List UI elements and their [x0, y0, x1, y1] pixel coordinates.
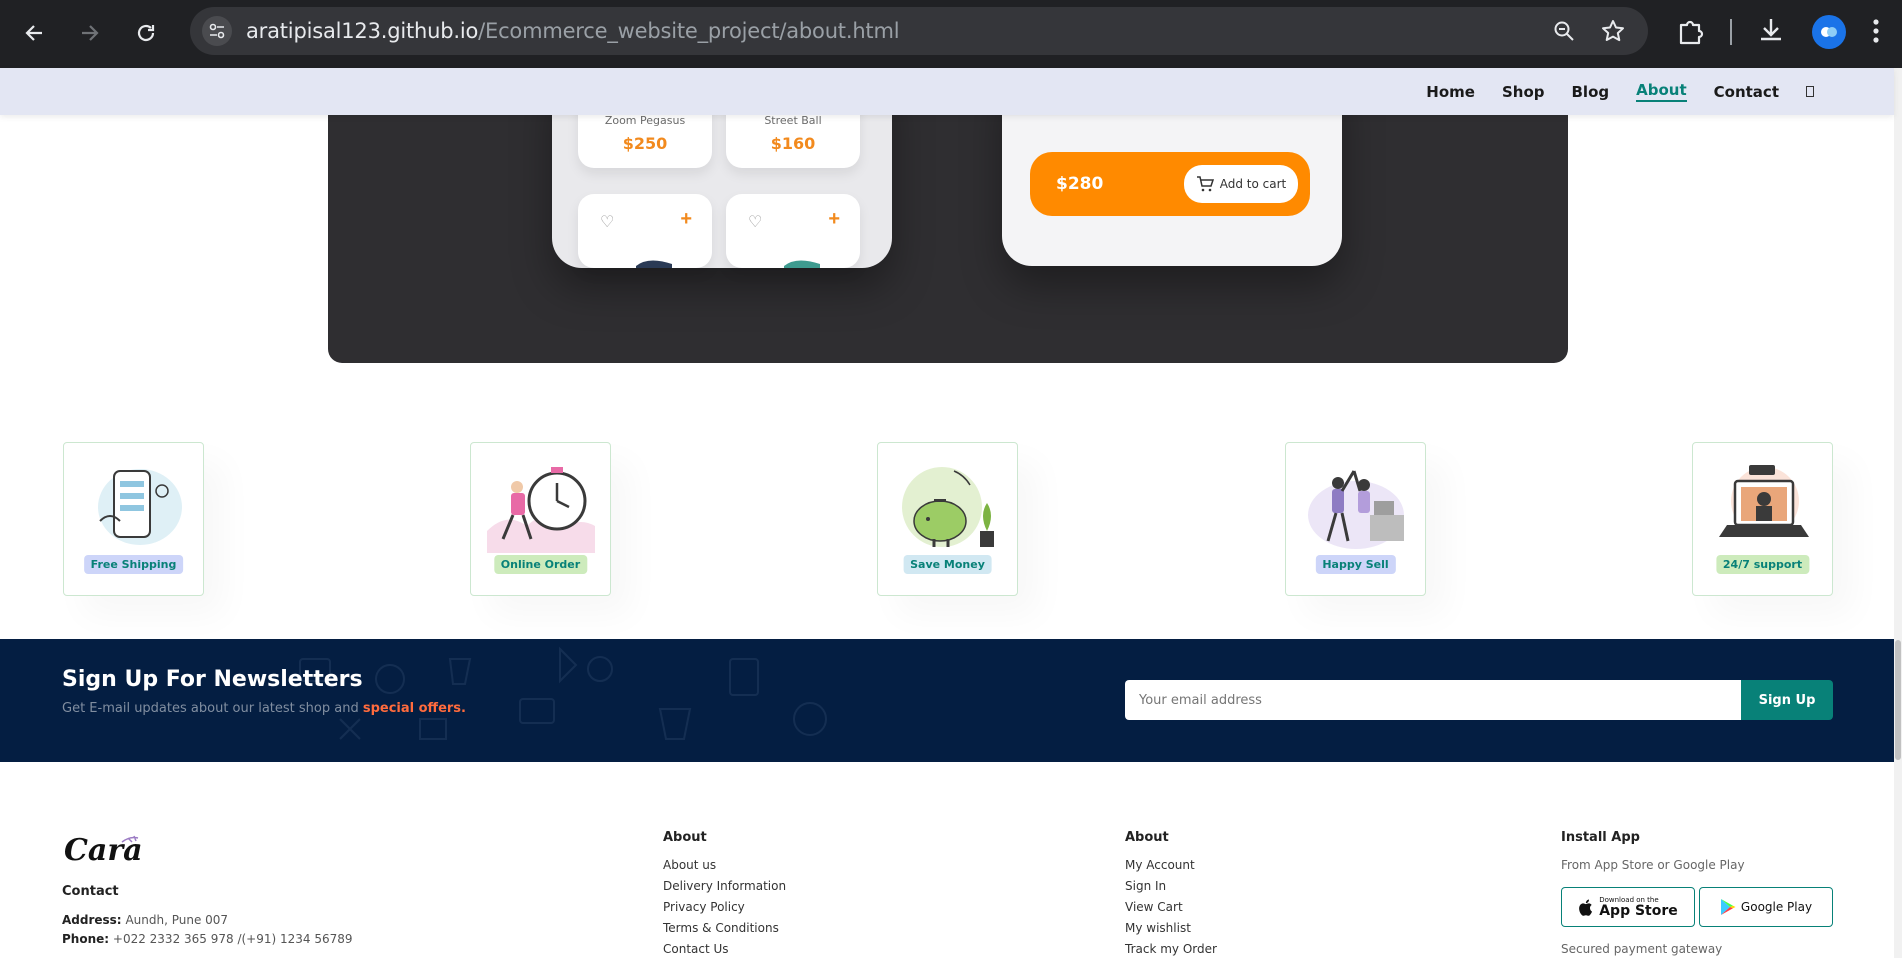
nav-shop[interactable]: Shop: [1502, 83, 1545, 101]
profile-avatar[interactable]: [1812, 15, 1846, 49]
url-host: aratipisal123.github.io: [246, 19, 479, 43]
site-header: Home Shop Blog About Contact: [0, 68, 1894, 115]
footer-about-heading: About: [663, 830, 707, 845]
newsletter-description: Get E-mail updates about our latest shop…: [62, 701, 466, 716]
footer-link-privacy[interactable]: Privacy Policy: [663, 900, 745, 914]
footer-link-track-order[interactable]: Track my Order: [1125, 942, 1217, 956]
page-scrollbar-thumb[interactable]: [1895, 640, 1901, 760]
plus-icon: +: [828, 208, 840, 230]
reload-icon[interactable]: [126, 13, 166, 53]
newsletter-title: Sign Up For Newsletters: [62, 667, 363, 692]
footer-link-about-us[interactable]: About us: [663, 858, 716, 872]
footer-link-my-account[interactable]: My Account: [1125, 858, 1195, 872]
footer-link-view-cart[interactable]: View Cart: [1125, 900, 1183, 914]
footer-link-delivery[interactable]: Delivery Information: [663, 879, 786, 893]
phone-value: +022 2332 365 978 /(+91) 1234 56789: [112, 932, 353, 946]
footer-link-wishlist[interactable]: My wishlist: [1125, 921, 1191, 935]
nav-home[interactable]: Home: [1426, 83, 1475, 101]
address-value: Aundh, Pune 007: [125, 913, 229, 927]
secured-payment-text: Secured payment gateway: [1561, 942, 1723, 956]
install-app-heading: Install App: [1561, 830, 1640, 845]
address-line: Address: Aundh, Pune 007: [62, 913, 228, 927]
newsletter-highlight: special offers.: [362, 701, 466, 716]
feature-happy-sell: Happy Sell: [1285, 442, 1426, 596]
phone-line: Phone: +022 2332 365 978 /(+91) 1234 567…: [62, 932, 353, 946]
footer-link-contact[interactable]: Contact Us: [663, 942, 729, 956]
forward-icon[interactable]: [70, 13, 110, 53]
back-icon[interactable]: [14, 13, 54, 53]
browser-toolbar: aratipisal123.github.io/Ecommerce_websit…: [0, 0, 1902, 68]
main-navigation: Home Shop Blog About Contact: [1399, 68, 1814, 115]
download-icon[interactable]: [1756, 15, 1786, 50]
phone-mockup-cart: $280 Add to cart: [1002, 96, 1342, 266]
install-app-subtitle: From App Store or Google Play: [1561, 858, 1745, 872]
cart-price: $280: [1056, 174, 1104, 194]
feature-label: Free Shipping: [83, 555, 184, 574]
cart-icon: [1196, 176, 1214, 192]
zoom-icon[interactable]: [1552, 19, 1576, 48]
plus-icon: +: [680, 208, 692, 230]
heart-icon: ♡: [748, 214, 763, 231]
footer-account-heading: About: [1125, 830, 1169, 845]
about-app-video[interactable]: NikeZoom Pegasus $250 AdidasStreet Ball …: [328, 96, 1568, 363]
add-to-cart-label: Add to cart: [1219, 177, 1287, 191]
chrome-menu-icon[interactable]: [1872, 18, 1880, 49]
product-card: ♡ +: [726, 194, 860, 268]
nav-about[interactable]: About: [1636, 81, 1687, 102]
url-path: /Ecommerce_website_project/about.html: [478, 19, 900, 43]
toolbar-divider: [1730, 19, 1732, 45]
app-store-label: App Store: [1599, 902, 1678, 919]
free-shipping-illustration: [98, 469, 182, 545]
site-settings-icon[interactable]: [202, 16, 232, 46]
google-play-icon: [1720, 899, 1736, 915]
heart-icon: ♡: [600, 214, 615, 231]
cart-bar: $280 Add to cart: [1030, 152, 1310, 216]
add-to-cart-button: Add to cart: [1184, 165, 1298, 203]
email-input[interactable]: [1125, 680, 1741, 720]
product-price: $250: [622, 134, 668, 153]
newsletter-section: Sign Up For Newsletters Get E-mail updat…: [0, 639, 1894, 762]
phone-mockup-products: NikeZoom Pegasus $250 AdidasStreet Ball …: [552, 96, 892, 268]
app-store-button[interactable]: Download on the App Store: [1561, 887, 1695, 927]
online-order-illustration: [487, 467, 595, 553]
newsletter-text: Get E-mail updates about our latest shop…: [62, 701, 359, 716]
feature-label: 24/7 support: [1715, 555, 1810, 574]
google-play-label: Google Play: [1740, 900, 1813, 914]
site-footer: Cara Contact Address: Aundh, Pune 007 Ph…: [0, 762, 1894, 958]
address-bar[interactable]: aratipisal123.github.io/Ecommerce_websit…: [190, 7, 1648, 55]
feature-free-shipping: Free Shipping: [63, 442, 204, 596]
support-illustration: [1719, 465, 1809, 537]
feature-label: Happy Sell: [1315, 555, 1396, 574]
contact-heading: Contact: [62, 884, 119, 899]
happy-sell-illustration: [1308, 470, 1404, 549]
apple-icon: [1579, 899, 1593, 916]
feature-label: Online Order: [493, 555, 588, 574]
cart-icon[interactable]: [1806, 86, 1814, 97]
cara-logo[interactable]: Cara: [62, 830, 142, 866]
phone-label: Phone:: [62, 932, 110, 946]
product-card: ♡ +: [578, 194, 712, 268]
feature-save-money: Save Money: [877, 442, 1018, 596]
bookmark-star-icon[interactable]: [1600, 18, 1626, 49]
url-text: aratipisal123.github.io/Ecommerce_websit…: [246, 19, 900, 43]
save-money-illustration: [902, 467, 994, 547]
product-price: $160: [770, 134, 816, 153]
address-label: Address:: [62, 913, 122, 927]
footer-link-sign-in[interactable]: Sign In: [1125, 879, 1166, 893]
google-play-button[interactable]: Google Play: [1699, 887, 1833, 927]
sign-up-button[interactable]: Sign Up: [1741, 680, 1833, 720]
nav-blog[interactable]: Blog: [1572, 83, 1610, 101]
feature-support: 24/7 support: [1692, 442, 1833, 596]
footer-link-terms[interactable]: Terms & Conditions: [663, 921, 779, 935]
feature-online-order: Online Order: [470, 442, 611, 596]
extensions-icon[interactable]: [1675, 15, 1707, 52]
page-scrollbar-track[interactable]: [1894, 68, 1902, 958]
feature-label: Save Money: [903, 555, 992, 574]
nav-contact[interactable]: Contact: [1714, 83, 1779, 101]
